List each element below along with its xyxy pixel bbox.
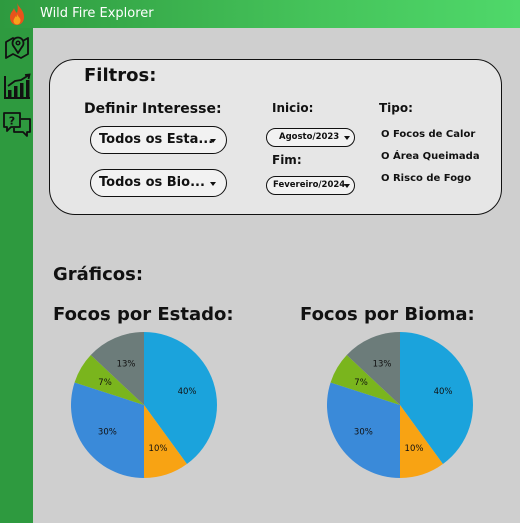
state-select-value: Todos os Esta... [99,132,214,147]
map-pin-icon[interactable] [2,32,32,60]
sidebar: ? [0,28,33,523]
pie-slice-label: 40% [178,387,197,397]
chevron-down-icon [210,182,216,186]
start-date-select[interactable]: Agosto/2023 [266,128,355,147]
state-select[interactable]: Todos os Esta... [90,126,227,154]
graphs-title: Gráficos: [53,264,144,285]
radio-heat-focus[interactable]: O Focos de Calor [381,129,475,140]
chevron-down-icon [344,184,350,188]
interest-label: Definir Interesse: [84,101,222,117]
pie-slice-label: 10% [149,444,168,454]
pie-slice-label: 30% [354,428,373,438]
app-title: Wild Fire Explorer [40,6,154,21]
svg-text:?: ? [9,115,15,128]
state-chart-title: Focos por Estado: [53,304,234,325]
end-date-select[interactable]: Fevereiro/2024 [266,176,355,195]
biome-select[interactable]: Todos os Bio... [90,169,227,197]
pie-slice-label: 13% [117,359,136,369]
pie-slice-label: 7% [354,378,368,388]
radio-fire-risk[interactable]: O Risco de Fogo [381,173,471,184]
end-label: Fim: [272,153,302,167]
pie-slice-label: 10% [405,444,424,454]
radio-burned-area[interactable]: O Área Queimada [381,151,480,162]
flame-icon [10,3,24,25]
filters-panel: Filtros: Definir Interesse: Todos os Est… [49,59,502,215]
pie-slice-label: 30% [98,428,117,438]
biome-pie-chart: 40% 10% 30% 7% 13% [327,332,473,478]
end-date-value: Fevereiro/2024 [273,180,346,190]
pie-slice-label: 7% [98,378,112,388]
app-header: Wild Fire Explorer [0,0,520,28]
state-pie-chart: 40% 10% 30% 7% 13% [70,332,218,478]
biome-chart-title: Focos por Bioma: [300,304,475,325]
start-date-value: Agosto/2023 [279,132,340,142]
chart-icon[interactable] [2,72,32,100]
pie-slice-label: 40% [434,387,453,397]
chevron-down-icon [210,139,216,143]
type-label: Tipo: [379,101,413,115]
help-chat-icon[interactable]: ? [2,110,32,138]
pie-slice-label: 13% [373,359,392,369]
filters-title: Filtros: [84,65,157,86]
biome-select-value: Todos os Bio... [99,175,205,190]
start-label: Inicio: [272,101,314,115]
chevron-down-icon [344,136,350,140]
